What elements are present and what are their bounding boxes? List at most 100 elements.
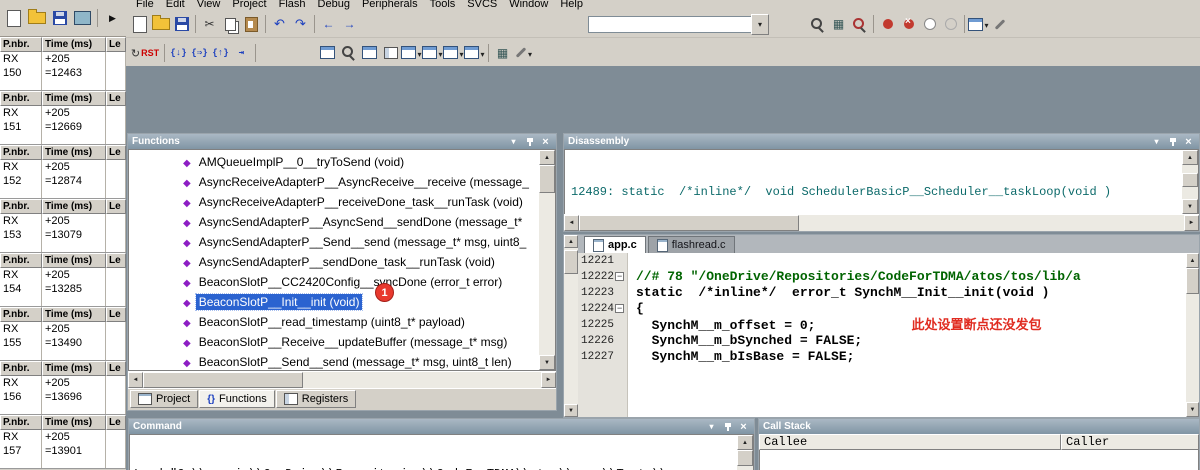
menu-file[interactable]: File (130, 0, 160, 11)
function-item[interactable]: AsyncReceiveAdapterP__receiveDone_task__… (129, 192, 538, 212)
fold-collapse-icon[interactable] (615, 303, 624, 313)
scroll-down-icon[interactable] (1182, 199, 1198, 214)
find-in-files-icon[interactable] (807, 14, 828, 35)
pin-icon[interactable] (721, 421, 734, 433)
function-item[interactable]: AsyncSendAdapterP__AsyncSend__sendDone (… (129, 212, 538, 232)
scroll-up-icon[interactable] (737, 435, 753, 450)
function-item[interactable]: AsyncReceiveAdapterP__AsyncReceive__rece… (129, 172, 538, 192)
packet-data-row[interactable]: RX 154 +205 =13285 (0, 268, 126, 307)
navigate-forward-icon[interactable] (339, 14, 360, 35)
step-over-icon[interactable] (189, 42, 210, 63)
function-item[interactable]: BeaconSlotP__read_timestamp (uint8_t* pa… (129, 312, 538, 332)
save-icon[interactable] (171, 14, 192, 35)
copy-icon[interactable] (220, 14, 241, 35)
tab-registers[interactable]: Registers (275, 390, 357, 408)
scroll-thumb[interactable] (579, 215, 799, 231)
save-floppy-icon[interactable] (49, 7, 70, 30)
menu-tools[interactable]: Tools (424, 0, 462, 11)
scroll-up-icon[interactable] (564, 235, 578, 248)
breakpoint-insert-icon[interactable] (877, 14, 898, 35)
step-into-icon[interactable] (168, 42, 189, 63)
debug-configure-icon[interactable] (513, 42, 534, 63)
new-page-icon[interactable] (3, 7, 24, 30)
tab-app-c[interactable]: app.c (584, 236, 646, 253)
packet-data-row[interactable]: RX 155 +205 =13490 (0, 322, 126, 361)
pane-menu-icon[interactable] (705, 421, 718, 433)
tab-project[interactable]: Project (130, 390, 199, 408)
step-out-icon[interactable] (210, 42, 231, 63)
command-vertical-scrollbar[interactable] (736, 435, 753, 470)
open-folder-icon[interactable] (26, 7, 47, 30)
function-item[interactable]: BeaconSlotP__Receive__updateBuffer (mess… (129, 332, 538, 352)
functions-vertical-scrollbar[interactable] (538, 150, 555, 370)
undo-icon[interactable] (269, 14, 290, 35)
command-window-icon[interactable] (317, 42, 338, 63)
disassembly-horizontal-scrollbar[interactable] (564, 214, 1199, 231)
editor-body[interactable]: 12221 12222//# 78 "/OneDrive/Repositorie… (578, 253, 1199, 417)
scroll-thumb[interactable] (564, 250, 578, 274)
fold-collapse-icon[interactable] (615, 271, 624, 281)
menu-flash[interactable]: Flash (273, 0, 312, 11)
menu-window[interactable]: Window (503, 0, 554, 11)
packet-data-row[interactable]: RX 153 +205 =13079 (0, 214, 126, 253)
scroll-down-icon[interactable] (564, 404, 578, 417)
play-icon[interactable] (102, 7, 123, 30)
configure-icon[interactable] (989, 14, 1010, 35)
menu-help[interactable]: Help (554, 0, 589, 11)
close-icon[interactable] (539, 136, 552, 148)
find-dropdown-icon[interactable] (751, 13, 769, 35)
open-icon[interactable] (150, 14, 171, 35)
editor-left-scrollbar[interactable] (564, 235, 578, 417)
memory-window-icon[interactable] (422, 42, 443, 63)
analysis-window-icon[interactable] (464, 42, 485, 63)
close-icon[interactable] (737, 421, 750, 433)
scroll-thumb[interactable] (737, 450, 753, 466)
pin-icon[interactable] (1166, 136, 1179, 148)
packet-data-row[interactable]: RX 150 +205 =12463 (0, 52, 126, 91)
breakpoint-disable-all-icon[interactable] (940, 14, 961, 35)
tab-functions[interactable]: Functions (199, 390, 275, 408)
pane-menu-icon[interactable] (507, 136, 520, 148)
pane-menu-icon[interactable] (1150, 136, 1163, 148)
navigate-back-icon[interactable] (318, 14, 339, 35)
run-to-cursor-icon[interactable] (231, 42, 252, 63)
call-stack-body[interactable] (759, 450, 1199, 470)
disassembly-window-icon[interactable] (338, 42, 359, 63)
function-item[interactable]: BeaconSlotP__CC2420Config__syncDone (err… (129, 272, 538, 292)
grid-icon[interactable] (828, 14, 849, 35)
column-header-callee[interactable]: Callee (759, 434, 1061, 450)
editor-vertical-scrollbar[interactable] (1185, 253, 1199, 417)
menu-peripherals[interactable]: Peripherals (356, 0, 424, 11)
registers-window-icon[interactable] (380, 42, 401, 63)
cut-icon[interactable] (199, 14, 220, 35)
monitor-icon[interactable] (72, 7, 93, 30)
serial-window-icon[interactable] (443, 42, 464, 63)
tab-flashread-c[interactable]: flashread.c (647, 236, 735, 253)
new-file-icon[interactable] (129, 14, 150, 35)
scroll-up-icon[interactable] (1182, 150, 1198, 165)
redo-icon[interactable] (290, 14, 311, 35)
reset-icon[interactable]: RST (129, 42, 161, 63)
scroll-up-icon[interactable] (1186, 253, 1199, 268)
scroll-thumb[interactable] (1182, 173, 1198, 187)
breakpoint-enable-icon[interactable] (919, 14, 940, 35)
column-header-caller[interactable]: Caller (1061, 434, 1199, 450)
disassembly-vertical-scrollbar[interactable] (1181, 150, 1198, 214)
scroll-left-icon[interactable] (564, 215, 579, 231)
symbols-window-icon[interactable] (359, 42, 380, 63)
scroll-down-icon[interactable] (539, 355, 555, 370)
scroll-thumb[interactable] (539, 165, 555, 193)
function-item[interactable]: AMQueueImplP__0__tryToSend (void) (129, 152, 538, 172)
packet-data-row[interactable]: RX 156 +205 =13696 (0, 376, 126, 415)
menu-project[interactable]: Project (226, 0, 272, 11)
menu-svcs[interactable]: SVCS (461, 0, 503, 11)
functions-horizontal-scrollbar[interactable] (128, 371, 556, 388)
menu-edit[interactable]: Edit (160, 0, 191, 11)
packet-data-row[interactable]: RX 151 +205 =12669 (0, 106, 126, 145)
find-input[interactable] (588, 15, 751, 33)
function-item-selected[interactable]: BeaconSlotP__Init__init (void) (129, 292, 538, 312)
menu-view[interactable]: View (191, 0, 227, 11)
scroll-right-icon[interactable] (541, 372, 556, 388)
scroll-left-icon[interactable] (128, 372, 143, 388)
packet-data-row[interactable]: RX 152 +205 =12874 (0, 160, 126, 199)
